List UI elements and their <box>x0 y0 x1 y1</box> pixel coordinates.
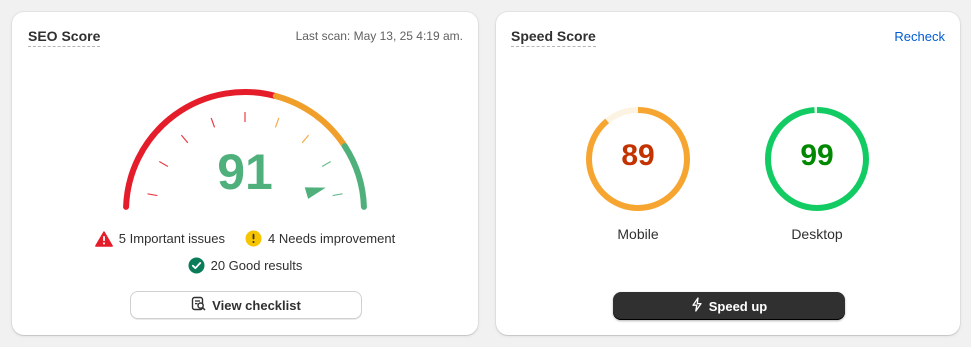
mobile-label: Mobile <box>617 226 659 242</box>
gauge-tick-2 <box>180 134 189 144</box>
gauge-tick-3 <box>210 117 216 128</box>
seo-score-title[interactable]: SEO Score <box>28 28 101 47</box>
gauge-tick-7 <box>321 160 332 168</box>
view-checklist-label: View checklist <box>212 297 301 313</box>
gauge-tick-5 <box>274 117 280 128</box>
good-results-label: 20 Good results <box>210 258 303 273</box>
recheck-link[interactable]: Recheck <box>894 29 945 44</box>
speed-up-label: Speed up <box>708 298 768 314</box>
gauge-tick-6 <box>301 134 310 144</box>
seo-score-value: 91 <box>217 144 273 200</box>
warning-triangle-icon <box>94 230 113 247</box>
important-issues: 5 Important issues <box>94 230 226 247</box>
gauge-arc-warning <box>272 93 348 150</box>
good-results-row: 20 Good results <box>12 257 478 274</box>
lightning-icon <box>691 297 703 315</box>
issues-summary-row: 5 Important issues 4 Needs improvement <box>12 230 478 247</box>
desktop-label: Desktop <box>791 226 843 242</box>
needs-improvement-label: 4 Needs improvement <box>268 231 396 246</box>
speed-up-button[interactable]: Speed up <box>613 292 845 320</box>
checklist-search-icon <box>191 296 206 314</box>
needs-improvement: 4 Needs improvement <box>245 230 395 247</box>
last-scan-text: Last scan: May 13, 25 4:19 am. <box>295 29 463 43</box>
desktop-score-ring: 99 Desktop <box>762 104 872 243</box>
gauge-arc-good <box>341 143 367 210</box>
gauge-tick-0 <box>147 193 158 197</box>
check-circle-icon <box>188 257 205 274</box>
speed-score-card: Speed Score Recheck 89 Mobile 99 Desktop… <box>496 12 960 335</box>
gauge-needle <box>304 187 326 199</box>
mobile-score-ring: 89 Mobile <box>583 104 693 243</box>
good-results: 20 Good results <box>188 257 303 274</box>
view-checklist-button[interactable]: View checklist <box>130 291 362 319</box>
seo-score-card: SEO Score Last scan: May 13, 25 4:19 am.… <box>12 12 478 335</box>
gauge-tick-8 <box>332 193 343 197</box>
gauge-tick-1 <box>158 160 169 168</box>
speed-score-title[interactable]: Speed Score <box>511 28 596 47</box>
important-issues-label: 5 Important issues <box>118 231 226 246</box>
alert-circle-icon <box>245 230 262 247</box>
desktop-score-value: 99 <box>800 139 834 172</box>
mobile-score-value: 89 <box>621 139 655 172</box>
